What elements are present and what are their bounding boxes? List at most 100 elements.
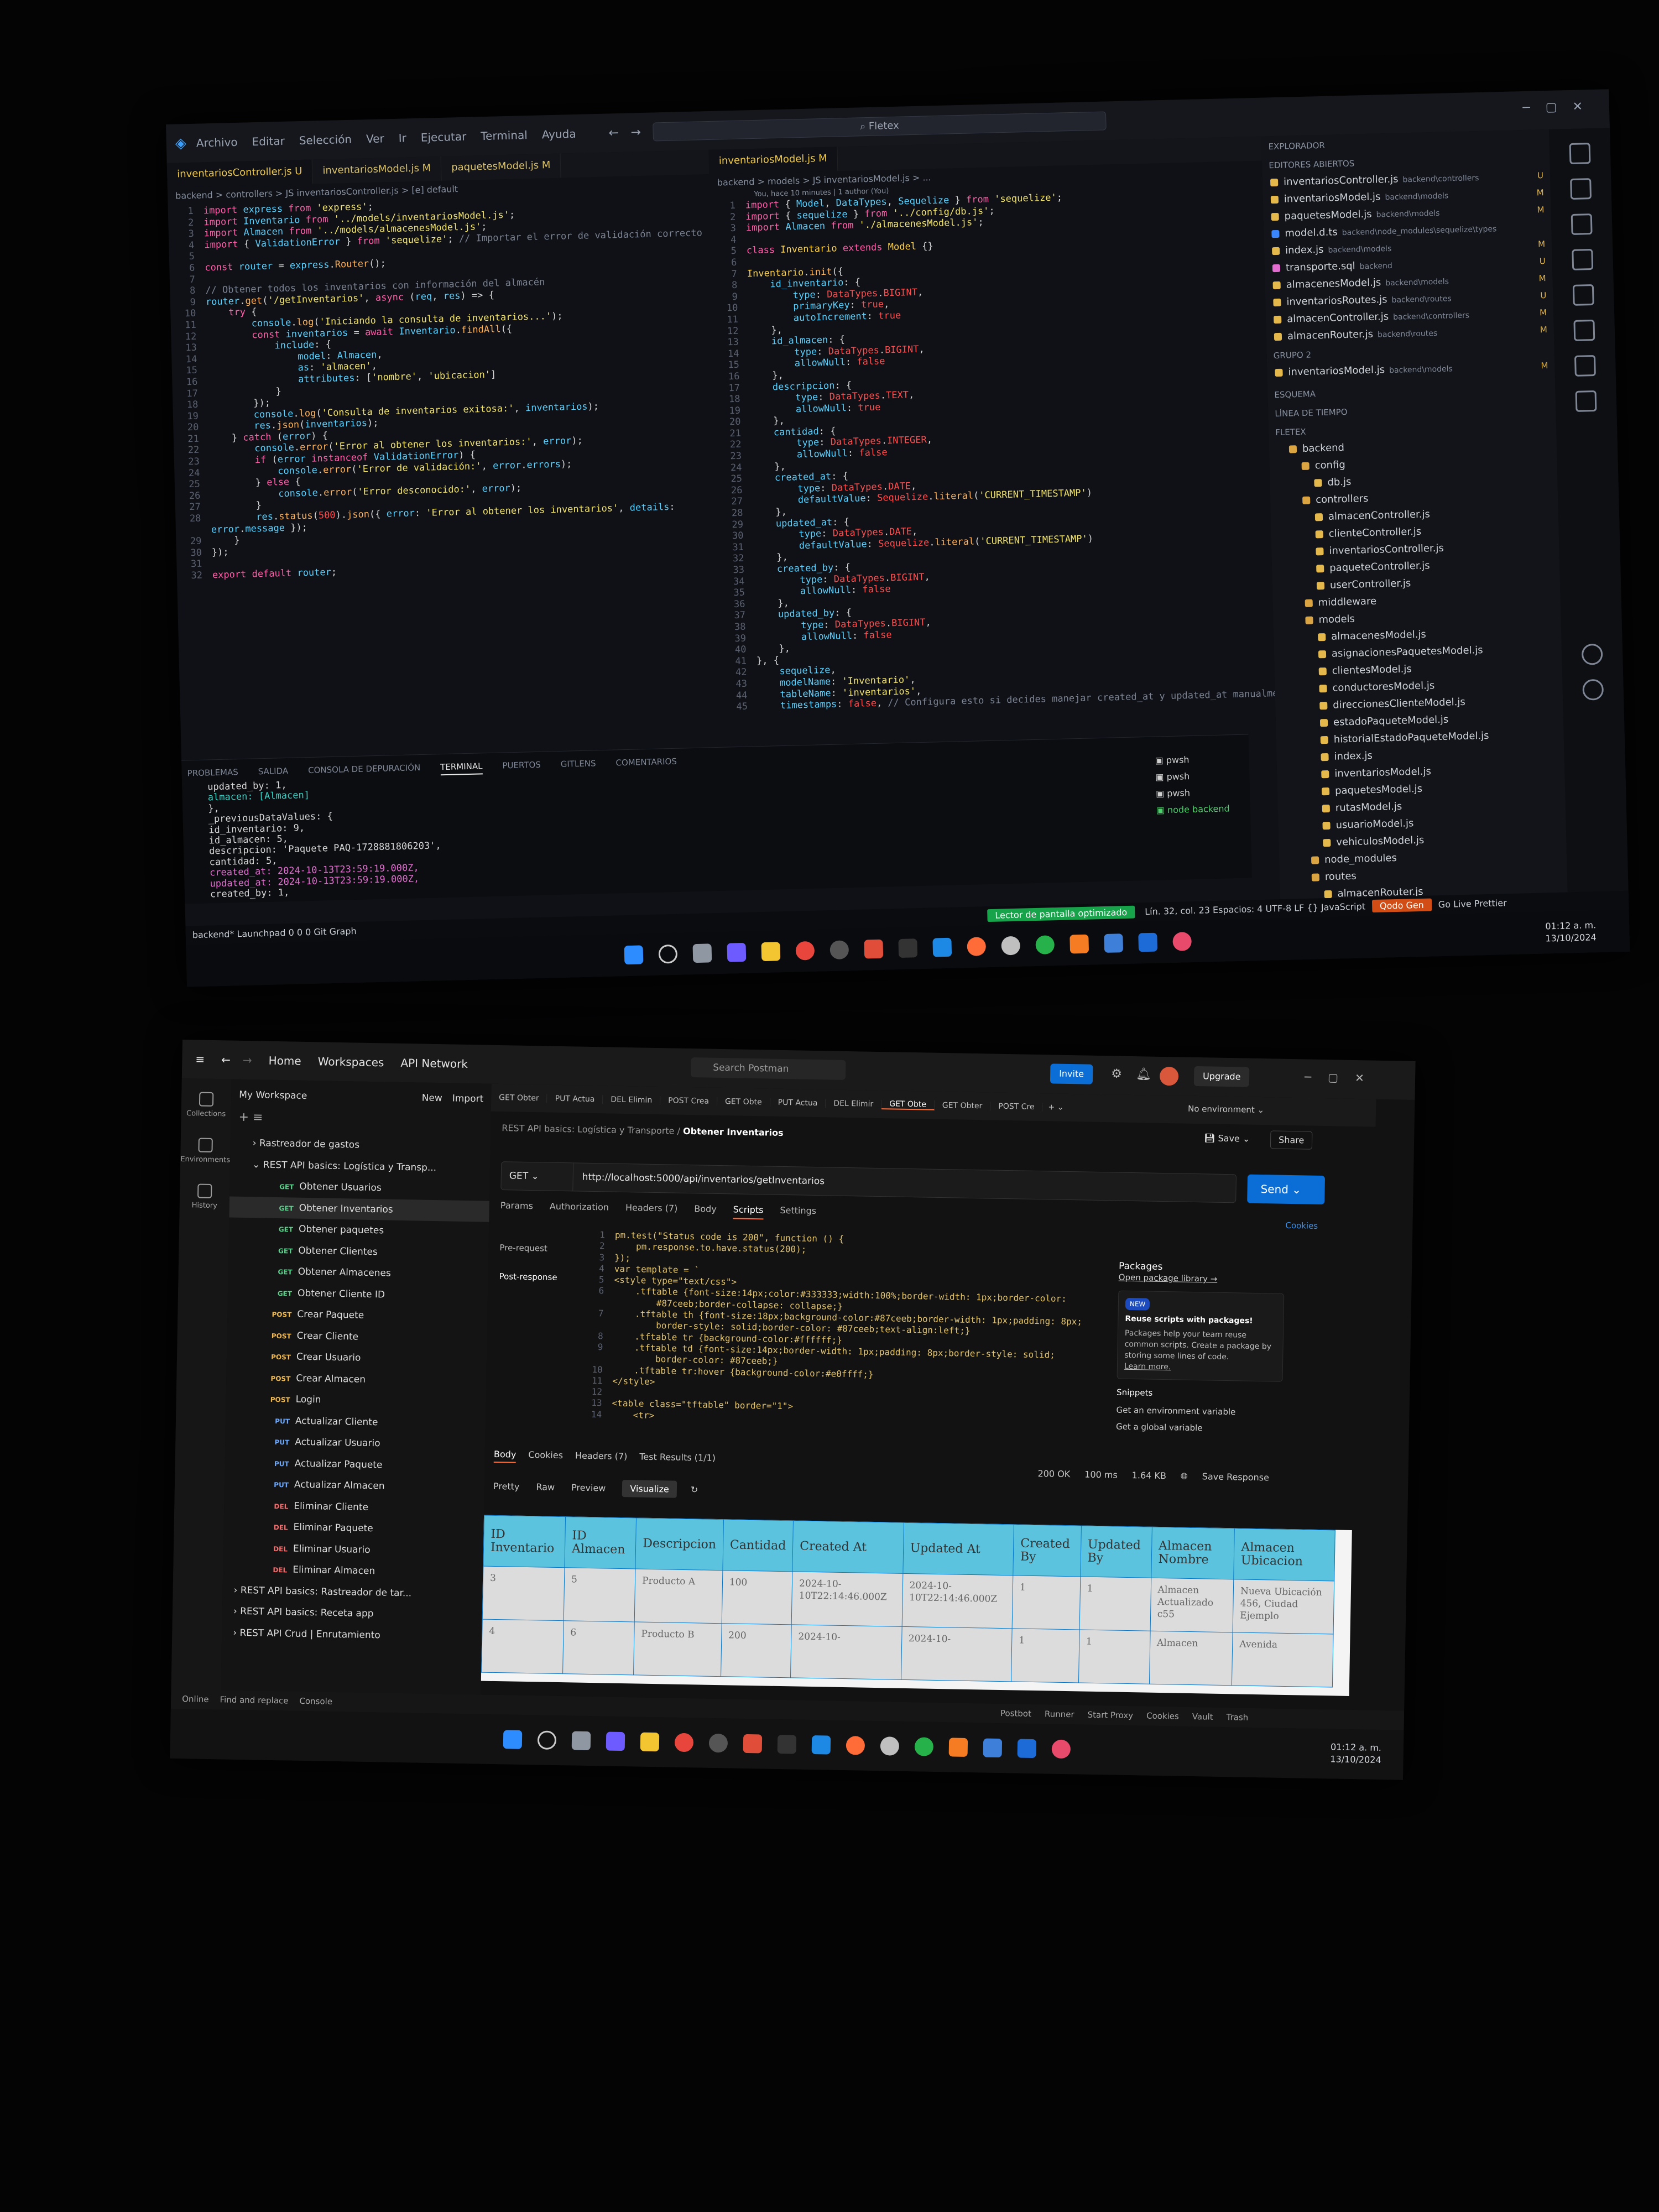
menu-item[interactable]: Terminal — [481, 128, 528, 143]
panel-tab-problems[interactable]: PROBLEMAS — [187, 767, 238, 778]
url-input[interactable]: http://localhost:5000/api/inventarios/ge… — [573, 1171, 825, 1187]
panel-tab-ports[interactable]: PUERTOS — [502, 760, 541, 771]
mysql-icon[interactable] — [983, 1738, 1003, 1758]
search-icon[interactable] — [658, 944, 678, 964]
history-nav[interactable]: History — [179, 1170, 229, 1217]
notifications-bell-icon[interactable]: 🔔︎ — [1136, 1067, 1151, 1081]
add-icon[interactable]: + — [238, 1110, 249, 1124]
breadcrumb-right[interactable]: backend > models > JS inventariosModel.j… — [717, 172, 931, 187]
start-proxy-button[interactable]: Start Proxy — [1087, 1710, 1133, 1720]
code-editor-right[interactable]: 1 import { Model, DataTypes, Sequelize } … — [710, 187, 1296, 713]
cursor-position[interactable]: Lín. 32, col. 23 Espacios: 4 UTF-8 LF {}… — [1145, 901, 1365, 917]
panel-tab-gitlens[interactable]: GITLENS — [561, 758, 596, 769]
code-editor-left[interactable]: 1 import express from 'express'; 2 import … — [168, 193, 711, 582]
terminal-entry[interactable]: ▣ pwsh — [1156, 784, 1230, 802]
post-response-tab[interactable]: Post-response — [499, 1262, 557, 1292]
learn-more-link[interactable]: Learn more. — [1124, 1361, 1276, 1375]
terminal-entry[interactable]: ▣ node backend — [1156, 800, 1230, 818]
gitlens-icon[interactable] — [1574, 354, 1596, 377]
terminal-output[interactable]: updated_by: 1, almacen: [Almacen] }, _pr… — [207, 776, 442, 900]
task-view-icon[interactable] — [692, 943, 712, 963]
menu-item[interactable]: Archivo — [196, 135, 238, 150]
vscode-icon[interactable] — [811, 1735, 831, 1755]
remote-icon[interactable] — [1573, 319, 1595, 341]
tab-inventarios-controller[interactable]: inventariosController.js U — [166, 159, 314, 187]
tab-authorization[interactable]: Authorization — [550, 1201, 609, 1213]
system-clock[interactable]: 01:12 a. m. 13/10/2024 — [1330, 1741, 1381, 1766]
nav-home[interactable]: Home — [268, 1054, 301, 1068]
menu-item[interactable]: Ejecutar — [421, 130, 467, 144]
collection-item[interactable]: › REST API Crud | Enrutamiento — [222, 1622, 482, 1648]
nav-api-network[interactable]: API Network — [400, 1056, 468, 1071]
menu-icon[interactable]: ≡ — [195, 1052, 205, 1066]
tab-settings[interactable]: Settings — [780, 1205, 816, 1216]
extensions-icon[interactable] — [1572, 284, 1594, 306]
windows-start-icon[interactable] — [503, 1730, 523, 1749]
command-center-search[interactable]: ⌕ Fletex — [653, 111, 1107, 142]
app-icon[interactable] — [830, 940, 849, 960]
forward-arrow-icon[interactable]: → — [243, 1053, 252, 1067]
file-explorer-icon[interactable] — [640, 1732, 660, 1752]
postman-icon[interactable] — [846, 1736, 865, 1755]
menu-item[interactable]: Selección — [299, 133, 352, 147]
save-response-button[interactable]: Save Response — [1202, 1471, 1270, 1483]
response-time[interactable]: 100 ms — [1084, 1469, 1118, 1480]
panel-tab-debug-console[interactable]: CONSOLA DE DEPURACIÓN — [308, 763, 421, 775]
back-arrow-icon[interactable]: ← — [608, 126, 619, 139]
tab-paquetes-model[interactable]: paquetesModel.js M — [441, 153, 561, 181]
request-title[interactable]: Obtener Inventarios — [683, 1126, 784, 1138]
github-desktop-icon[interactable] — [1001, 936, 1021, 956]
tab-body[interactable]: Body — [694, 1203, 717, 1214]
terminal-icon[interactable] — [898, 938, 918, 958]
terminal-entry[interactable]: ▣ pwsh — [1155, 767, 1229, 785]
import-button[interactable]: Import — [452, 1093, 484, 1105]
search-icon[interactable] — [1570, 178, 1592, 200]
res-tab-headers[interactable]: Headers (7) — [575, 1451, 628, 1462]
tab-params[interactable]: Params — [500, 1200, 533, 1211]
avatar[interactable] — [1159, 1066, 1179, 1086]
panel-tab-output[interactable]: SALIDA — [258, 766, 289, 776]
find-replace[interactable]: Find and replace — [220, 1694, 288, 1705]
status-tail[interactable]: Go Live Prettier — [1438, 898, 1507, 910]
app-icon[interactable] — [708, 1733, 728, 1753]
request-tab[interactable]: PUT Actua — [770, 1098, 826, 1108]
whatsapp-icon[interactable] — [1035, 935, 1055, 955]
minimize-icon[interactable]: ─ — [1305, 1070, 1328, 1084]
system-clock[interactable]: 01:12 a. m. 13/10/2024 — [1545, 919, 1597, 945]
github-desktop-icon[interactable] — [880, 1736, 900, 1756]
cookies-button[interactable]: Cookies — [1146, 1711, 1179, 1721]
app-icon[interactable] — [1051, 1739, 1071, 1759]
maximize-icon[interactable]: ▢ — [1328, 1071, 1355, 1084]
console-toggle[interactable]: Console — [299, 1696, 332, 1707]
app-icon[interactable] — [1017, 1739, 1037, 1759]
vault-button[interactable]: Vault — [1192, 1712, 1213, 1722]
upgrade-button[interactable]: Upgrade — [1193, 1066, 1250, 1087]
new-button[interactable]: New — [422, 1093, 442, 1104]
request-tab[interactable]: PUT Actua — [547, 1094, 603, 1104]
search-postman-input[interactable]: Search Postman — [690, 1057, 846, 1080]
packages-link[interactable]: Open package library → — [1119, 1272, 1285, 1286]
whatsapp-icon[interactable] — [914, 1737, 934, 1756]
copilot-icon[interactable] — [727, 942, 747, 962]
res-tab-tests[interactable]: Test Results (1/1) — [639, 1452, 716, 1463]
postbot-button[interactable]: Postbot — [1000, 1708, 1031, 1719]
snippet-item[interactable]: Get an environment variable — [1116, 1405, 1282, 1418]
trash-button[interactable]: Trash — [1226, 1712, 1248, 1723]
terminal-entry[interactable]: ▣ pwsh — [1155, 750, 1229, 769]
forward-arrow-icon[interactable]: → — [630, 126, 641, 139]
res-tab-body[interactable]: Body — [493, 1448, 517, 1463]
windows-start-icon[interactable] — [624, 945, 644, 965]
response-size[interactable]: 1.64 KB — [1132, 1470, 1167, 1481]
workspace-name[interactable]: My Workspace — [239, 1089, 307, 1102]
chat-icon[interactable] — [1575, 390, 1597, 412]
menu-item[interactable]: Editar — [252, 134, 285, 148]
collections-nav[interactable]: Collections — [181, 1078, 231, 1125]
panel-tab-terminal[interactable]: TERMINAL — [440, 761, 483, 776]
request-tab[interactable]: POST Crea — [660, 1096, 718, 1106]
app-icon[interactable] — [1138, 932, 1158, 952]
request-tab[interactable]: DEL Elimir — [826, 1099, 882, 1109]
method-select[interactable]: GET ⌄ — [501, 1162, 574, 1191]
invite-button[interactable]: Invite — [1050, 1063, 1093, 1084]
res-tab-cookies[interactable]: Cookies — [528, 1449, 563, 1460]
xampp-icon[interactable] — [948, 1738, 968, 1757]
